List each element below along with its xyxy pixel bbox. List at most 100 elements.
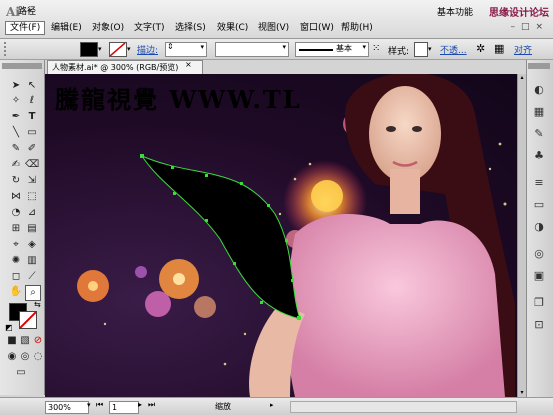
type-tool-icon[interactable]: T — [25, 110, 39, 124]
transparency-panel-icon[interactable]: ◑ — [531, 219, 547, 235]
rotate-tool-icon[interactable]: ↻ — [9, 174, 23, 188]
rectangle-tool-icon[interactable]: ▭ — [25, 126, 39, 140]
artboard-canvas[interactable]: 騰龍視覺 WWW.TL — [45, 74, 517, 397]
menu-object[interactable]: 对象(O) — [88, 22, 128, 34]
brush-stroke-preview — [299, 49, 333, 51]
column-graph-tool-icon[interactable]: ▥ — [25, 254, 39, 268]
line-tool-icon[interactable]: ╲ — [9, 126, 23, 140]
opacity-link[interactable]: 不透... — [440, 43, 467, 56]
stepper-icon[interactable]: ⇕ — [167, 42, 174, 51]
menu-help[interactable]: 帮助(H) — [337, 22, 377, 34]
brush-name: 基本 — [336, 44, 352, 53]
close-icon[interactable]: × — [185, 60, 192, 69]
align-link[interactable]: 对齐 — [514, 43, 532, 56]
gradient-panel-icon[interactable]: ▭ — [531, 197, 547, 213]
pen-tool-icon[interactable]: ✒ — [9, 110, 23, 124]
magic-wand-tool-icon[interactable]: ✧ — [9, 94, 23, 108]
width-tool-icon[interactable]: ⋈ — [9, 190, 23, 204]
grip-handle[interactable] — [4, 42, 9, 56]
window-controls[interactable]: –□× — [510, 22, 549, 32]
options-icon[interactable]: ⁙ — [372, 43, 380, 54]
vertical-scrollbar[interactable]: ▴ ▾ — [517, 74, 526, 397]
workspace-switcher[interactable]: 基本功能 — [437, 5, 473, 18]
blend-tool-icon[interactable]: ◈ — [25, 238, 39, 252]
document-tab[interactable]: 人物素材.ai* @ 300% (RGB/预览) — [47, 60, 203, 74]
appearance-panel-icon[interactable]: ◎ — [531, 246, 547, 262]
swap-colors-icon[interactable]: ⇆ — [34, 300, 41, 309]
graphic-style-swatch[interactable] — [414, 42, 428, 57]
screen-mode-icon[interactable]: ▭ — [14, 366, 28, 380]
chevron-down-icon[interactable]: ▾ — [362, 43, 366, 51]
color-mode-icon[interactable]: ■ — [5, 334, 19, 348]
gradient-tool-icon[interactable]: ▤ — [25, 222, 39, 236]
graphic-styles-panel-icon[interactable]: ▣ — [531, 268, 547, 284]
menu-window[interactable]: 窗口(W) — [296, 22, 338, 34]
stroke-weight-field[interactable]: ⇕ ▾ — [165, 42, 207, 57]
chevron-down-icon[interactable]: ▾ — [282, 43, 286, 51]
free-transform-tool-icon[interactable]: ⬚ — [25, 190, 39, 204]
menu-type[interactable]: 文字(T) — [130, 22, 169, 34]
brushes-panel-icon[interactable]: ✎ — [531, 126, 547, 142]
hand-tool-icon[interactable]: ✋ — [9, 285, 23, 299]
first-page-icon[interactable]: ⏮ — [96, 400, 103, 410]
menu-file[interactable]: 文件(F) — [5, 21, 46, 35]
gradient-mode-icon[interactable]: ▧ — [18, 334, 32, 348]
chevron-down-icon[interactable]: ▾ — [200, 43, 204, 51]
page-field[interactable]: 1 — [109, 401, 139, 414]
eyedropper-tool-icon[interactable]: ⌖ — [9, 238, 23, 252]
dock-header[interactable] — [528, 63, 550, 69]
fill-swatch[interactable] — [80, 42, 98, 57]
shape-builder-tool-icon[interactable]: ◔ — [9, 206, 23, 220]
swatches-panel-icon[interactable]: ▦ — [531, 104, 547, 120]
scale-tool-icon[interactable]: ⇲ — [25, 174, 39, 188]
zoom-field[interactable]: 300% — [45, 401, 89, 414]
none-mode-icon[interactable]: ⊘ — [31, 334, 45, 348]
menu-select[interactable]: 选择(S) — [171, 22, 210, 34]
chevron-down-icon[interactable]: ▾ — [428, 45, 432, 53]
status-text: 缩放 — [215, 402, 231, 411]
color-panel-icon[interactable]: ◐ — [531, 82, 547, 98]
zoom-tool-icon[interactable]: ⌕ — [25, 285, 41, 301]
menu-effect[interactable]: 效果(C) — [213, 22, 252, 34]
stroke-color-box[interactable] — [19, 311, 37, 329]
draw-behind-icon[interactable]: ◎ — [18, 350, 32, 364]
next-page-icon[interactable]: ▸ — [138, 400, 142, 409]
chevron-down-icon[interactable]: ▾ — [87, 401, 91, 409]
selection-tool-icon[interactable]: ➤ — [9, 79, 23, 93]
draw-normal-icon[interactable]: ◉ — [5, 350, 19, 364]
perspective-grid-tool-icon[interactable]: ⊿ — [25, 206, 39, 220]
scroll-up-icon[interactable]: ▴ — [518, 74, 526, 82]
stroke-swatch[interactable] — [109, 42, 127, 57]
blob-brush-tool-icon[interactable]: ✍ — [9, 158, 23, 172]
artwork[interactable]: 騰龍視覺 WWW.TL — [45, 74, 517, 397]
mesh-tool-icon[interactable]: ⊞ — [9, 222, 23, 236]
stroke-panel-icon[interactable]: ≡ — [531, 175, 547, 191]
chevron-down-icon[interactable]: ▾ — [98, 45, 102, 53]
brush-definition-dropdown[interactable]: 基本 ▾ — [295, 42, 369, 57]
chevron-down-icon[interactable]: ▾ — [127, 45, 131, 53]
menu-view[interactable]: 视图(V) — [254, 22, 293, 34]
align-grid-icon[interactable]: ▦ — [494, 42, 504, 55]
layers-panel-icon[interactable]: ❐ — [531, 295, 547, 311]
last-page-icon[interactable]: ⏭ — [148, 400, 155, 410]
scroll-down-icon[interactable]: ▾ — [518, 389, 526, 397]
recolor-icon[interactable]: ✲ — [476, 42, 485, 55]
stroke-link[interactable]: 描边: — [137, 43, 158, 56]
eraser-tool-icon[interactable]: ⌫ — [25, 158, 39, 172]
artboard-tool-icon[interactable]: ◻ — [9, 270, 23, 284]
lasso-tool-icon[interactable]: ℓ — [25, 94, 39, 108]
horizontal-scrollbar[interactable] — [290, 401, 517, 413]
paintbrush-tool-icon[interactable]: ✎ — [9, 142, 23, 156]
tools-panel-header[interactable] — [2, 63, 42, 69]
pencil-tool-icon[interactable]: ✐ — [25, 142, 39, 156]
default-colors-icon[interactable]: ◩ — [5, 323, 13, 332]
symbol-sprayer-tool-icon[interactable]: ✺ — [9, 254, 23, 268]
slice-tool-icon[interactable]: ⟋ — [25, 270, 39, 284]
draw-inside-icon[interactable]: ◌ — [31, 350, 45, 364]
direct-selection-tool-icon[interactable]: ↖ — [25, 79, 39, 93]
status-menu-icon[interactable]: ▸ — [270, 401, 274, 409]
symbols-panel-icon[interactable]: ♣ — [531, 148, 547, 164]
artboards-panel-icon[interactable]: ⊡ — [531, 317, 547, 333]
variable-width-dropdown[interactable]: ▾ — [215, 42, 289, 57]
menu-edit[interactable]: 编辑(E) — [47, 22, 86, 34]
